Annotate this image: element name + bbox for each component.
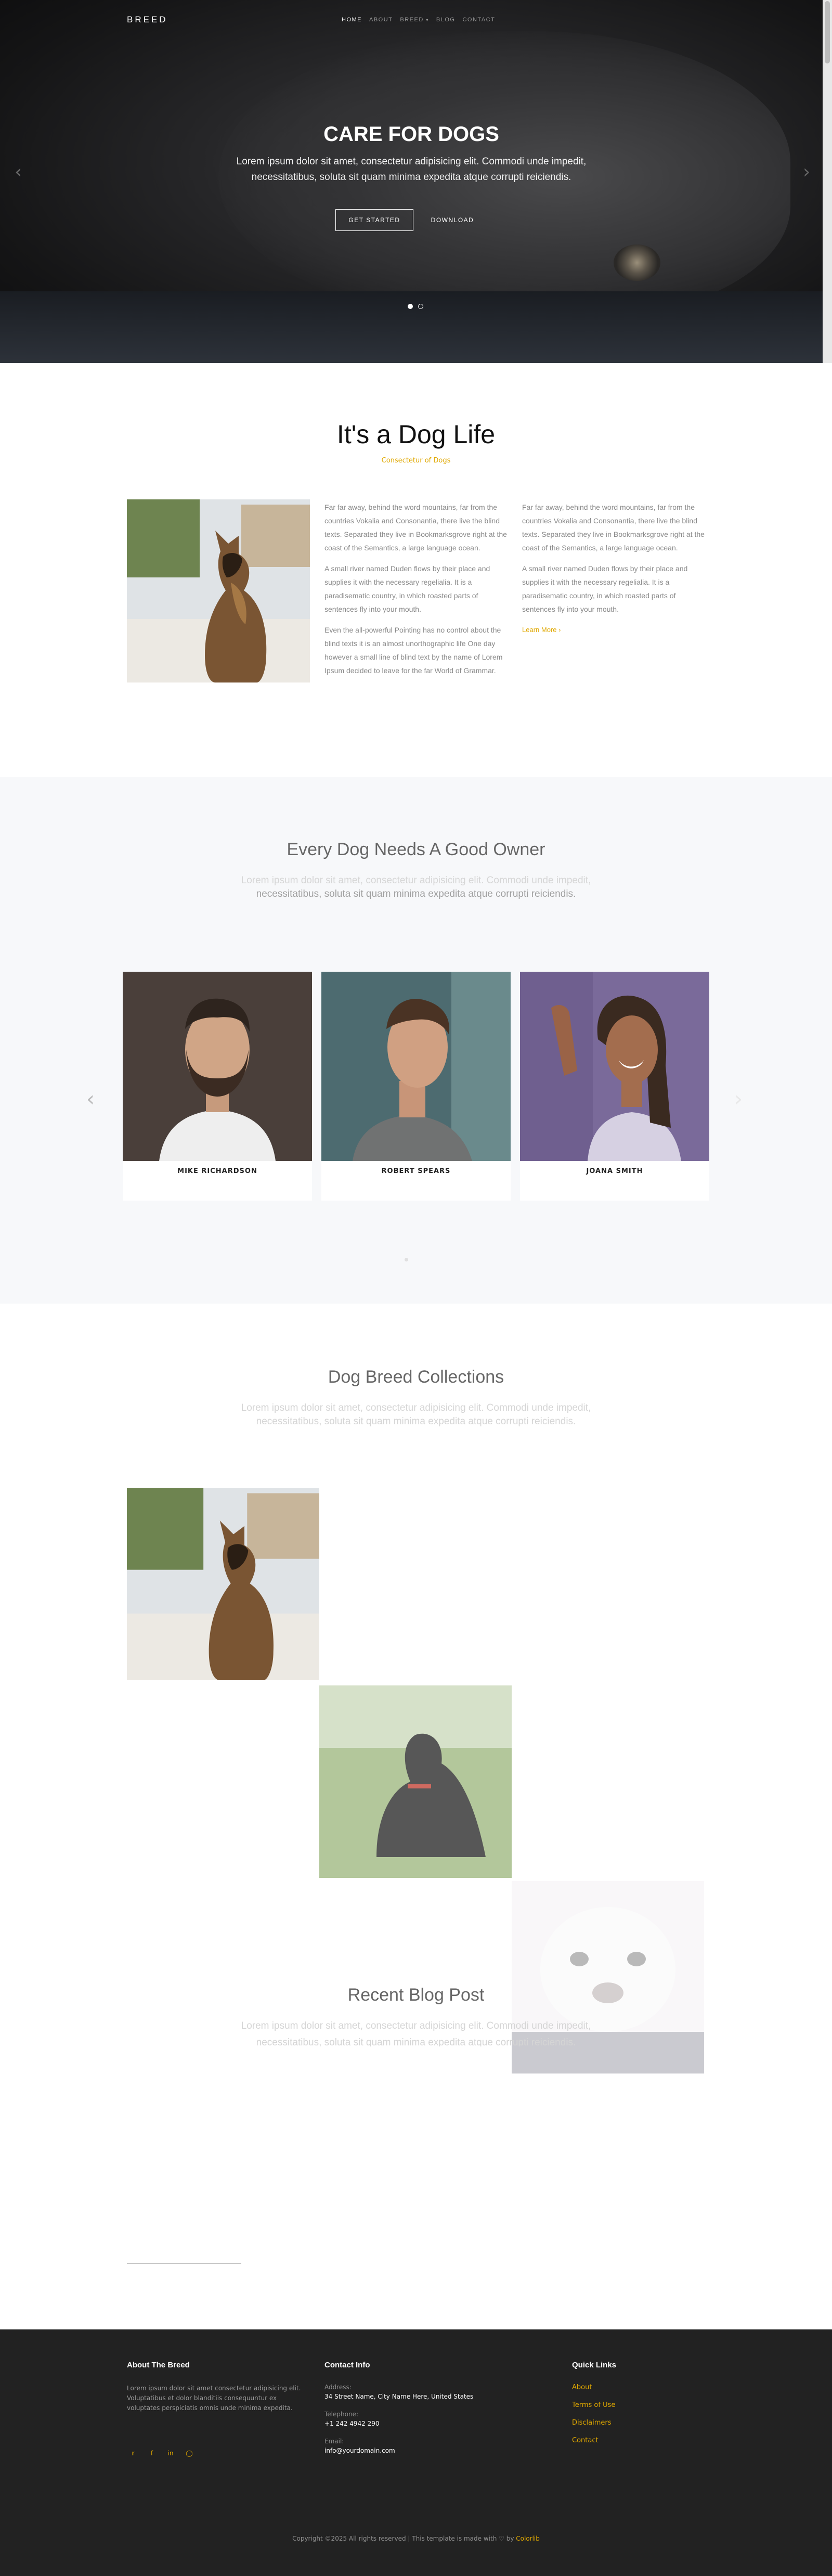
slider-dot-2[interactable] bbox=[418, 304, 423, 309]
smiling-woman-photo bbox=[520, 972, 709, 1161]
address-label: Address: bbox=[324, 2384, 352, 2391]
get-started-button[interactable]: GET STARTED bbox=[335, 209, 413, 231]
telephone-value[interactable]: +1 242 4942 290 bbox=[324, 2420, 379, 2427]
download-button[interactable]: DOWNLOAD bbox=[421, 209, 484, 231]
man-profile-photo bbox=[321, 972, 511, 1161]
breed-photo-black-lab[interactable] bbox=[319, 1685, 512, 1878]
owner-card[interactable]: MIKE RICHARDSON bbox=[123, 972, 312, 1201]
hero-subtitle-line: Lorem ipsum dolor sit amet, consectetur … bbox=[236, 156, 587, 167]
linkedin-icon[interactable]: in bbox=[164, 2447, 177, 2459]
colorlib-link[interactable]: Colorlib bbox=[516, 2535, 540, 2542]
owners-dot-1[interactable] bbox=[405, 1258, 408, 1261]
nav-item-contact[interactable]: CONTACT bbox=[462, 17, 495, 23]
slider-next-arrow-icon[interactable]: › bbox=[803, 161, 810, 183]
nav-item-about[interactable]: ABOUT bbox=[369, 17, 393, 23]
nav-item-blog[interactable]: BLOG bbox=[436, 17, 456, 23]
blog-subtitle: Lorem ipsum dolor sit amet, consectetur … bbox=[208, 2019, 624, 2046]
about-column-1: Far far away, behind the word mountains,… bbox=[324, 500, 508, 685]
about-column-2: Far far away, behind the word mountains,… bbox=[522, 500, 705, 637]
footer-link-disclaimers[interactable]: Disclaimers bbox=[572, 2419, 612, 2427]
owner-card[interactable]: ROBERT SPEARS bbox=[321, 972, 511, 1201]
owners-subtitle-line: necessitatibus, soluta sit quam minima e… bbox=[256, 888, 576, 899]
email-value[interactable]: info@yourdomain.com bbox=[324, 2447, 395, 2454]
site-logo[interactable]: BREED bbox=[127, 15, 168, 25]
hero-dog-eye bbox=[614, 244, 660, 281]
about-subtitle: Consectetur of Dogs bbox=[381, 457, 451, 465]
twitter-icon[interactable]: 𝕣 bbox=[127, 2447, 139, 2459]
copyright: Copyright ©2025 All rights reserved | Th… bbox=[0, 2535, 832, 2542]
hero-title: CARE FOR DOGS bbox=[323, 123, 499, 146]
owners-subtitle-line: Lorem ipsum dolor sit amet, consectetur … bbox=[241, 875, 591, 886]
instagram-icon[interactable]: ◯ bbox=[183, 2447, 196, 2459]
owner-name: JOANA SMITH bbox=[586, 1167, 643, 1175]
scrollbar[interactable] bbox=[823, 0, 832, 363]
telephone-label: Telephone: bbox=[324, 2411, 358, 2418]
address-value: 34 Street Name, City Name Here, United S… bbox=[324, 2393, 474, 2400]
main-nav: HOME ABOUT BREED ▾ BLOG CONTACT bbox=[342, 17, 495, 23]
blog-loading-line bbox=[127, 2263, 241, 2264]
about-paragraph: Even the all-powerful Pointing has no co… bbox=[324, 626, 503, 675]
about-paragraph: A small river named Duden flows by their… bbox=[522, 564, 688, 613]
heart-icon: ♡ bbox=[499, 2535, 504, 2542]
about-paragraph: A small river named Duden flows by their… bbox=[324, 564, 490, 613]
email-label: Email: bbox=[324, 2438, 344, 2445]
collections-title: Dog Breed Collections bbox=[328, 1367, 504, 1387]
hero-subtitle: Lorem ipsum dolor sit amet, consectetur … bbox=[0, 154, 823, 185]
collections-subtitle-line: Lorem ipsum dolor sit amet, consectetur … bbox=[241, 1402, 591, 1413]
footer-link-terms[interactable]: Terms of Use bbox=[572, 2401, 615, 2409]
slider-dot-1[interactable] bbox=[408, 304, 413, 309]
scrollbar-thumb[interactable] bbox=[825, 1, 830, 63]
footer-link-contact[interactable]: Contact bbox=[572, 2437, 599, 2444]
footer-about-text: Lorem ipsum dolor sit amet consectetur a… bbox=[127, 2385, 301, 2412]
blog-subtitle-line: Lorem ipsum dolor sit amet, consectetur … bbox=[241, 2020, 591, 2031]
nav-item-breed[interactable]: BREED ▾ bbox=[400, 17, 428, 23]
chevron-down-icon: ▾ bbox=[426, 18, 429, 22]
owners-prev-arrow-icon[interactable]: ‹ bbox=[86, 1087, 95, 1111]
footer-link-about[interactable]: About bbox=[572, 2384, 592, 2391]
blog-subtitle-line: necessitatibus, soluta sit quam minima e… bbox=[256, 2037, 576, 2046]
about-paragraph: Far far away, behind the word mountains,… bbox=[324, 503, 507, 552]
footer-contact-title: Contact Info bbox=[324, 2361, 370, 2369]
footer-links-title: Quick Links bbox=[572, 2361, 617, 2369]
owners-next-arrow-icon[interactable]: › bbox=[734, 1087, 743, 1111]
nav-item-home[interactable]: HOME bbox=[342, 17, 362, 23]
nav-item-breed-label: BREED bbox=[400, 17, 424, 23]
hero-floor bbox=[0, 291, 823, 363]
owner-name: ROBERT SPEARS bbox=[381, 1167, 451, 1175]
breed-photo-german-shepherd[interactable] bbox=[127, 1488, 319, 1680]
bearded-man-photo bbox=[123, 972, 312, 1161]
learn-more-link[interactable]: Learn More › bbox=[522, 623, 705, 637]
about-paragraph: Far far away, behind the word mountains,… bbox=[522, 503, 705, 552]
owner-card[interactable]: JOANA SMITH bbox=[520, 972, 709, 1201]
german-shepherd-photo bbox=[127, 499, 310, 682]
social-links: 𝕣 f in ◯ bbox=[127, 2447, 196, 2459]
copyright-by: by bbox=[506, 2535, 514, 2542]
owner-name: MIKE RICHARDSON bbox=[177, 1167, 257, 1175]
facebook-icon[interactable]: f bbox=[146, 2447, 158, 2459]
footer-about-title: About The Breed bbox=[127, 2361, 190, 2369]
slider-prev-arrow-icon[interactable]: ‹ bbox=[15, 161, 22, 183]
owners-title: Every Dog Needs A Good Owner bbox=[287, 840, 545, 859]
blog-title: Recent Blog Post bbox=[347, 1985, 485, 2005]
copyright-text: Copyright ©2025 All rights reserved | Th… bbox=[292, 2535, 497, 2542]
owners-subtitle: Lorem ipsum dolor sit amet, consectetur … bbox=[208, 874, 624, 901]
about-title: It's a Dog Life bbox=[336, 420, 496, 449]
hero-subtitle-line: necessitatibus, soluta sit quam minima e… bbox=[251, 172, 571, 183]
collections-subtitle-line: necessitatibus, soluta sit quam minima e… bbox=[256, 1416, 576, 1427]
collections-subtitle: Lorem ipsum dolor sit amet, consectetur … bbox=[208, 1401, 624, 1428]
